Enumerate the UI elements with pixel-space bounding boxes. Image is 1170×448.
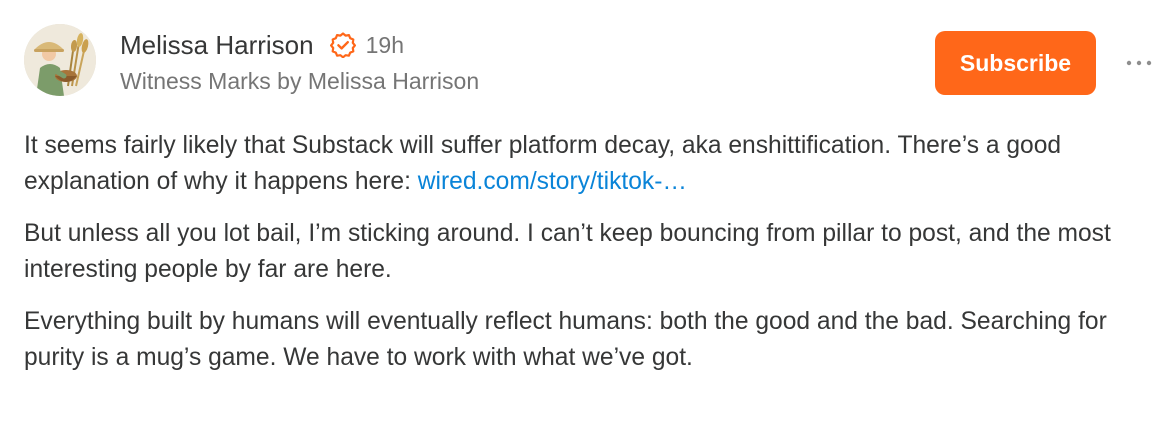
subscribe-button[interactable]: Subscribe [935,31,1096,95]
more-options-icon[interactable] [1124,52,1154,74]
note-paragraph: It seems fairly likely that Substack wil… [24,128,1144,200]
author-name[interactable]: Melissa Harrison [120,30,314,61]
paragraph-text: But unless all you lot bail, I’m stickin… [24,220,1111,283]
publication-name[interactable]: Witness Marks by Melissa Harrison [120,68,479,95]
timestamp[interactable]: 19h [366,32,404,59]
note-body: It seems fairly likely that Substack wil… [24,128,1144,392]
note-card: Melissa Harrison 19h Witness Marks by Me… [0,0,1170,448]
article-link[interactable]: wired.com/story/tiktok-… [418,168,687,195]
note-header: Melissa Harrison 19h Witness Marks by Me… [120,28,479,95]
note-paragraph: Everything built by humans will eventual… [24,304,1144,376]
paragraph-text: Everything built by humans will eventual… [24,308,1107,371]
author-avatar[interactable] [24,24,96,96]
note-paragraph: But unless all you lot bail, I’m stickin… [24,216,1144,288]
name-row: Melissa Harrison 19h [120,28,479,62]
verified-badge-icon [329,32,356,58]
avatar-illustration [24,24,96,96]
